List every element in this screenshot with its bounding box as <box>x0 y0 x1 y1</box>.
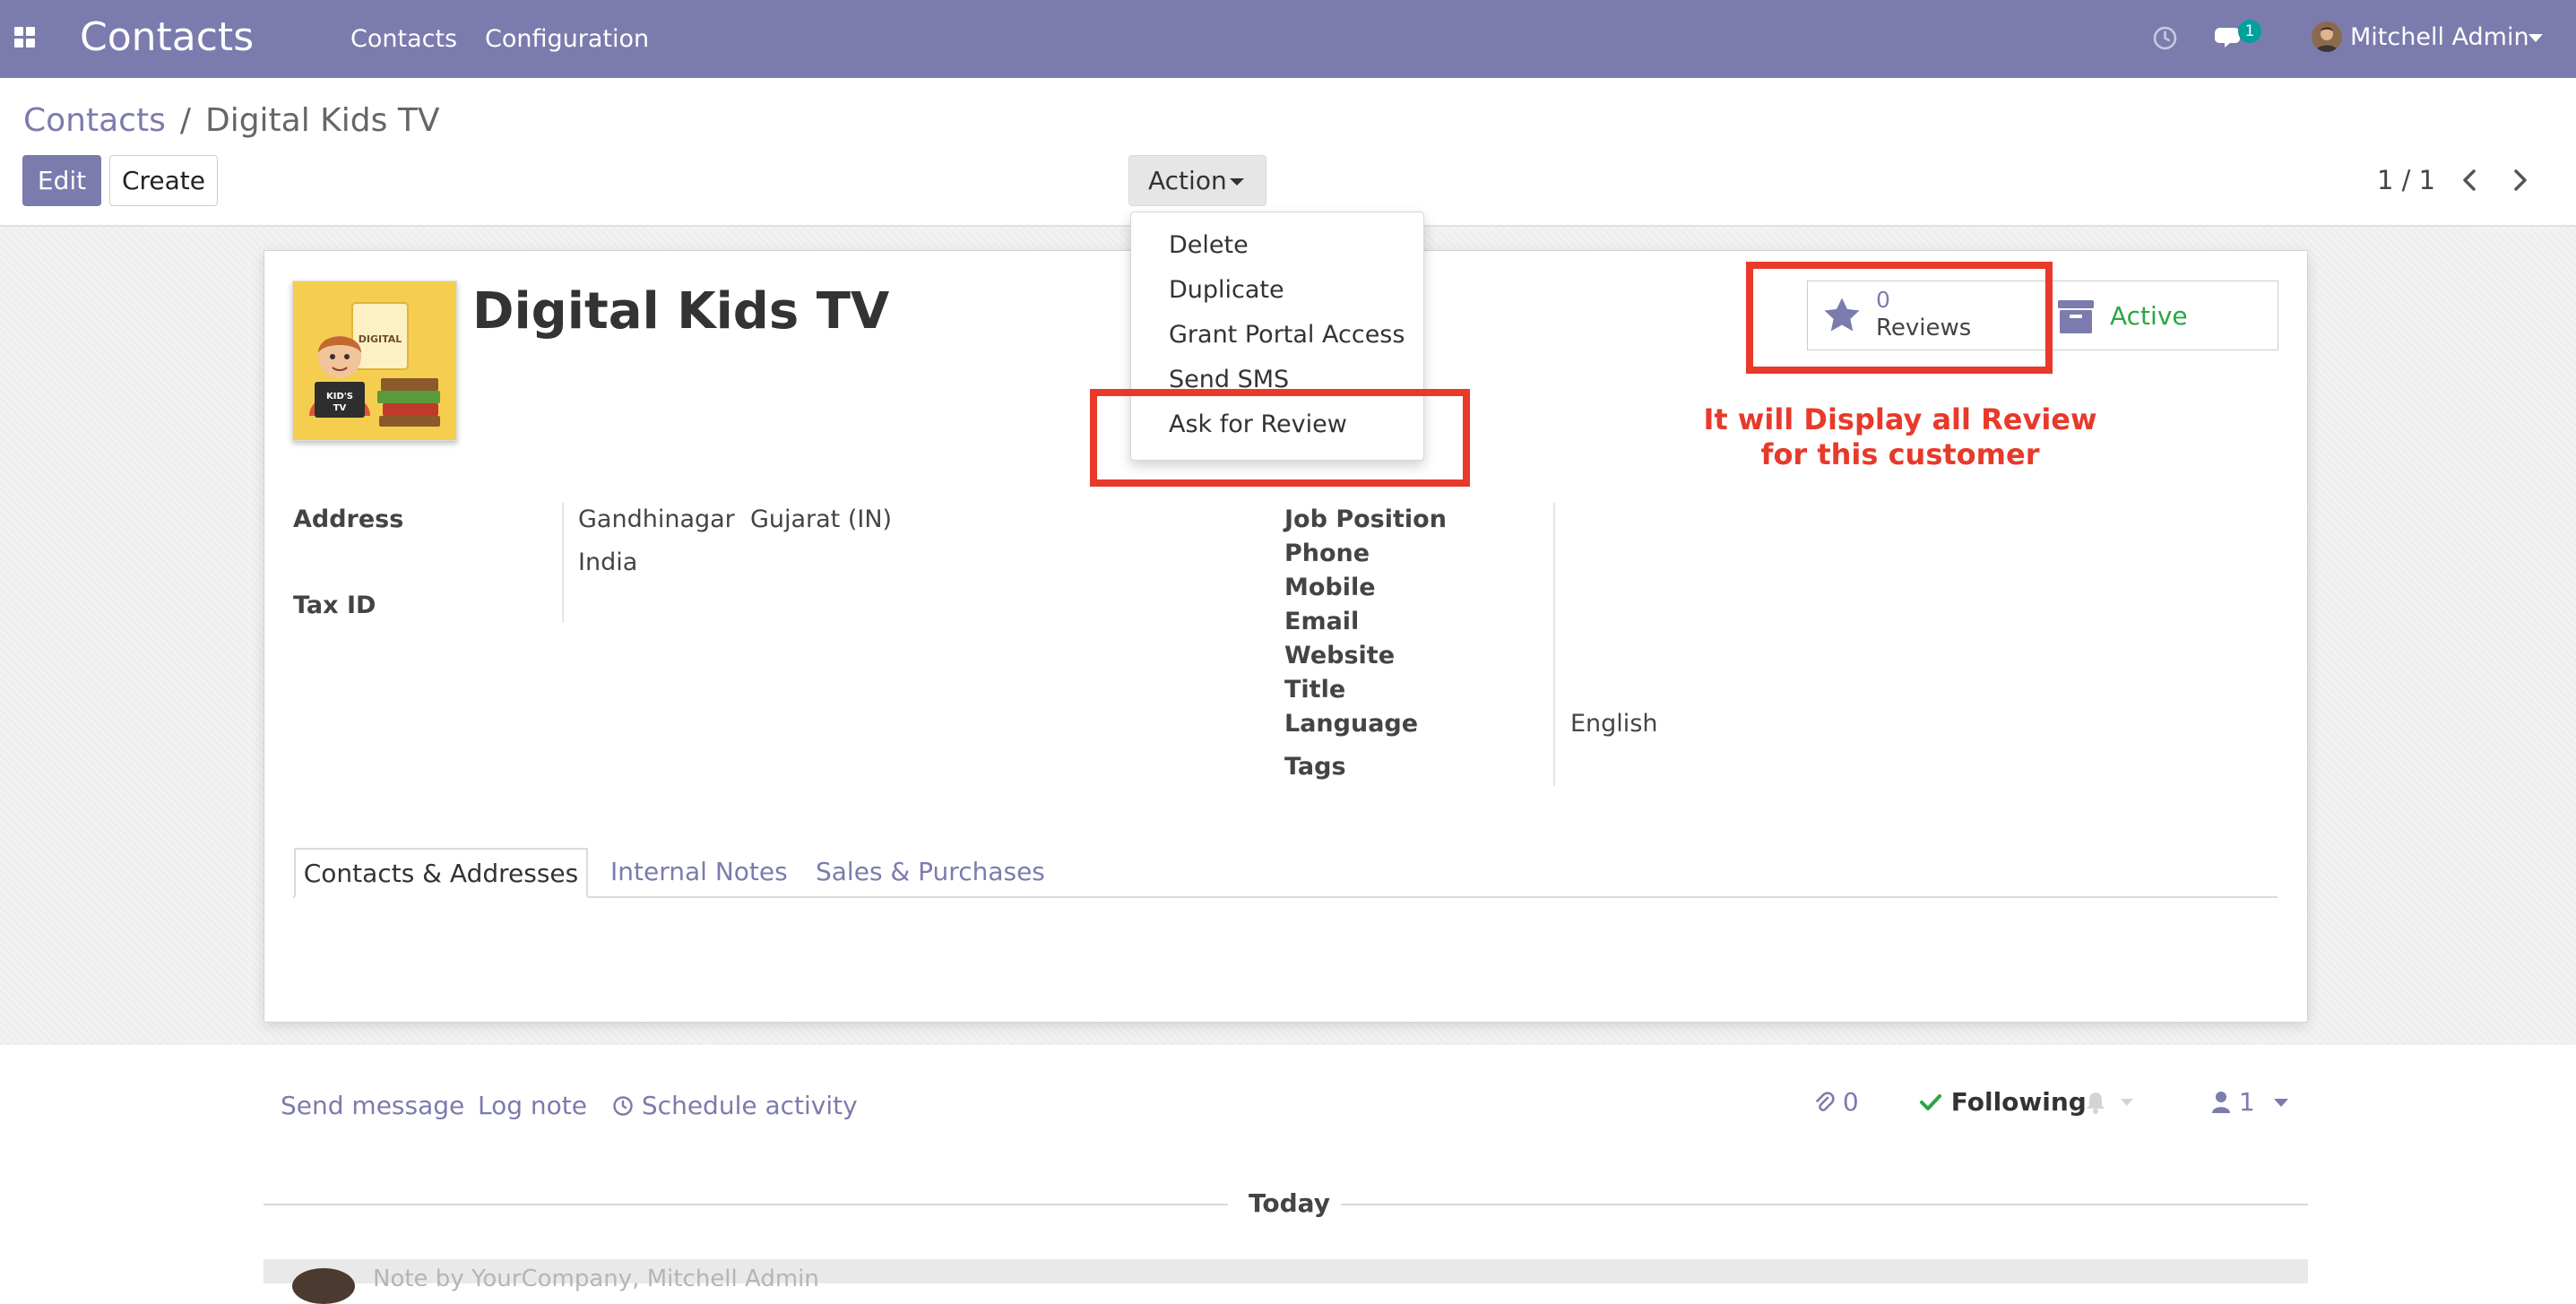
day-separator-label: Today <box>1249 1188 1330 1218</box>
mobile-label: Mobile <box>1284 574 1376 601</box>
check-icon <box>1920 1094 1941 1110</box>
following-label: Following <box>1950 1087 2087 1117</box>
language-label: Language <box>1284 710 1419 738</box>
pager-value[interactable]: 1 / 1 <box>2377 164 2435 196</box>
tab-sales-purchases[interactable]: Sales & Purchases <box>816 848 1045 898</box>
activity-clock-icon[interactable] <box>2152 25 2178 51</box>
apps-menu-icon[interactable] <box>14 27 36 48</box>
schedule-activity-label: Schedule activity <box>641 1091 858 1120</box>
website-label: Website <box>1284 642 1396 669</box>
schedule-clock-icon <box>613 1096 633 1116</box>
menu-contacts[interactable]: Contacts <box>350 24 457 55</box>
tab-internal-notes[interactable]: Internal Notes <box>610 848 788 898</box>
menu-item-grant-portal-access[interactable]: Grant Portal Access <box>1169 320 1405 350</box>
address-line1: Gandhinagar Gujarat (IN) <box>578 505 893 533</box>
top-navbar: Contacts Contacts Configuration 1 Mitche… <box>0 0 2576 78</box>
tax-id-label: Tax ID <box>293 592 376 619</box>
image-banner-text: DIGITAL <box>359 333 402 345</box>
breadcrumb-separator: / <box>179 102 191 139</box>
image-text-line1: KID'S <box>326 392 353 402</box>
address-label: Address <box>293 505 404 533</box>
breadcrumb: Contacts / Digital Kids TV <box>23 101 439 141</box>
action-button-label: Action <box>1148 166 1227 195</box>
breadcrumb-parent-link[interactable]: Contacts <box>23 102 166 139</box>
followers-user-icon <box>2212 1092 2230 1113</box>
annotation-line2: for this customer <box>1760 437 2040 471</box>
language-value: English <box>1570 710 1658 738</box>
bell-caret-icon[interactable] <box>2121 1099 2133 1106</box>
active-status-label: Active <box>2110 301 2188 331</box>
paperclip-icon <box>1816 1092 1835 1111</box>
menu-item-delete[interactable]: Delete <box>1169 230 1249 261</box>
partner-image[interactable]: DIGITAL KID'S TV <box>292 281 457 441</box>
tab-contacts-addresses[interactable]: Contacts & Addresses <box>294 848 588 898</box>
pager-next-icon[interactable] <box>2506 167 2533 194</box>
menu-item-duplicate[interactable]: Duplicate <box>1169 275 1284 306</box>
user-menu-caret-icon[interactable] <box>2528 34 2543 42</box>
message-author: Note by YourCompany, Mitchell Admin <box>373 1265 819 1292</box>
user-name[interactable]: Mitchell Admin <box>2350 22 2529 53</box>
highlight-box-ask-for-review <box>1090 389 1470 487</box>
image-text-line2: TV <box>333 403 347 413</box>
job-position-label: Job Position <box>1284 505 1447 533</box>
attachments-button[interactable]: 0 <box>1813 1086 1859 1118</box>
followers-count: 1 <box>2238 1087 2255 1117</box>
title-label: Title <box>1284 676 1346 704</box>
following-button[interactable]: Following <box>1919 1086 2087 1118</box>
tags-label: Tags <box>1284 753 1346 781</box>
edit-button[interactable]: Edit <box>22 155 101 206</box>
day-separator-line-right <box>1341 1204 2308 1205</box>
right-group-divider <box>1553 503 1555 786</box>
pager-previous-icon[interactable] <box>2457 167 2484 194</box>
annotation-text: It will Display all Review for this cust… <box>1685 402 2115 472</box>
app-brand[interactable]: Contacts <box>80 13 254 63</box>
notification-bell-icon[interactable] <box>2084 1090 2107 1115</box>
address-country: India <box>578 548 638 576</box>
followers-button[interactable]: 1 <box>2211 1086 2255 1118</box>
send-message-button[interactable]: Send message <box>281 1090 464 1122</box>
action-menu-button[interactable]: Action <box>1128 155 1266 206</box>
messages-count-badge: 1 <box>2238 20 2261 43</box>
menu-configuration[interactable]: Configuration <box>485 24 649 55</box>
email-label: Email <box>1284 608 1360 635</box>
message-author-avatar <box>292 1268 355 1304</box>
record-title: Digital Kids TV <box>472 282 890 341</box>
create-button[interactable]: Create <box>109 155 218 206</box>
breadcrumb-current: Digital Kids TV <box>204 102 440 139</box>
schedule-activity-button[interactable]: Schedule activity <box>612 1090 858 1122</box>
followers-caret-icon[interactable] <box>2274 1099 2288 1107</box>
day-separator-line-left <box>264 1204 1228 1205</box>
log-note-button[interactable]: Log note <box>478 1090 587 1122</box>
active-toggle-button[interactable]: Active <box>2046 281 2278 350</box>
notebook-tab-bar <box>293 896 2278 898</box>
user-avatar[interactable] <box>2312 22 2342 52</box>
phone-label: Phone <box>1284 540 1370 567</box>
annotation-line1: It will Display all Review <box>1703 402 2097 436</box>
archive-icon <box>2058 300 2094 333</box>
action-caret-icon <box>1230 178 1244 186</box>
left-group-divider <box>562 503 564 623</box>
highlight-box-reviews <box>1746 262 2053 374</box>
attachments-count: 0 <box>1842 1087 1859 1117</box>
